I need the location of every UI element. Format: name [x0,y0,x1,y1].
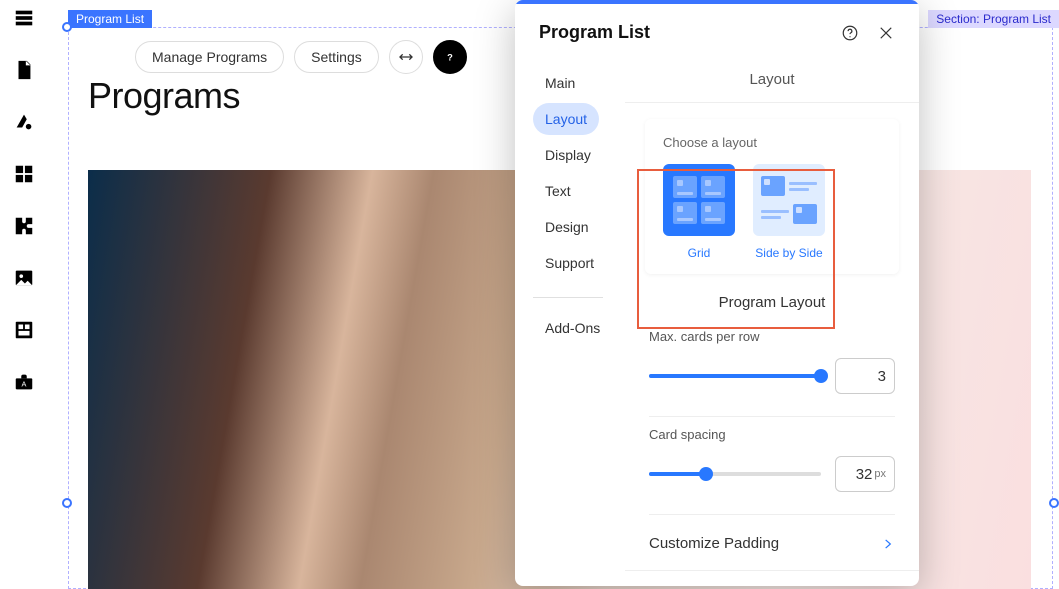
resize-handle-left[interactable] [62,498,72,508]
business-icon[interactable]: A [12,370,36,394]
settings-panel: Program List Main Layout Display Text De… [515,0,919,586]
settings-button[interactable]: Settings [294,41,379,73]
section-tag[interactable]: Section: Program List [928,10,1059,28]
layout-option-sbs-label: Side by Side [753,246,825,260]
card-spacing-control: Card spacing 32px [625,417,919,492]
image-icon[interactable] [12,266,36,290]
data-icon[interactable] [12,318,36,342]
nav-display[interactable]: Display [533,139,603,171]
resize-handle-right[interactable] [1049,498,1059,508]
nav-addons[interactable]: Add-Ons [533,312,612,344]
puzzle-icon[interactable] [12,214,36,238]
customize-padding-label: Customize Padding [649,535,779,552]
max-cards-input[interactable]: 3 [835,358,895,394]
nav-support[interactable]: Support [533,247,606,279]
svg-text:A: A [22,380,27,389]
nav-design[interactable]: Design [533,211,601,243]
card-spacing-label: Card spacing [649,427,895,442]
nav-layout[interactable]: Layout [533,103,599,135]
sections-icon[interactable] [12,6,36,30]
max-cards-slider[interactable] [649,374,821,378]
panel-header: Program List [515,4,919,57]
help-button[interactable]: ? [433,40,467,74]
nav-divider [533,297,603,298]
choose-layout-card: Choose a layout Grid [645,119,899,274]
floating-toolbar: Manage Programs Settings ? [135,40,467,74]
panel-title: Program List [539,22,650,43]
customize-padding-row[interactable]: Customize Padding [625,515,919,570]
grid-thumbnail-icon [663,164,735,236]
theme-icon[interactable] [12,110,36,134]
panel-nav: Main Layout Display Text Design Support … [515,57,625,583]
sidebyside-thumbnail-icon [753,164,825,236]
layout-option-side-by-side[interactable]: Side by Side [753,164,825,260]
panel-content: Layout Choose a layout Grid [625,57,919,583]
panel-help-icon[interactable] [841,24,859,42]
stretch-button[interactable] [389,40,423,74]
card-spacing-slider[interactable] [649,472,821,476]
svg-text:?: ? [447,52,453,62]
choose-layout-label: Choose a layout [663,135,881,150]
element-tag-program-list[interactable]: Program List [68,10,152,28]
layout-option-grid[interactable]: Grid [663,164,735,260]
apps-grid-icon[interactable] [12,162,36,186]
nav-main[interactable]: Main [533,67,587,99]
max-cards-control: Max. cards per row 3 [625,319,919,394]
editor-icon-sidebar: A [0,0,48,589]
editor-canvas: Program List Section: Program List Manag… [48,0,1059,589]
page-icon[interactable] [12,58,36,82]
chevron-right-icon [881,537,895,551]
max-cards-label: Max. cards per row [649,329,895,344]
card-spacing-input[interactable]: 32px [835,456,895,492]
page-title: Programs [88,75,240,117]
resize-handle-top-left[interactable] [62,22,72,32]
section-header-layout: Layout [625,57,919,103]
manage-programs-button[interactable]: Manage Programs [135,41,284,73]
section-header-program-layout: Program Layout [625,274,919,319]
layout-option-grid-label: Grid [663,246,735,260]
panel-close-icon[interactable] [877,24,895,42]
section-header-image-layout: Image Layout [625,570,919,583]
nav-text[interactable]: Text [533,175,583,207]
